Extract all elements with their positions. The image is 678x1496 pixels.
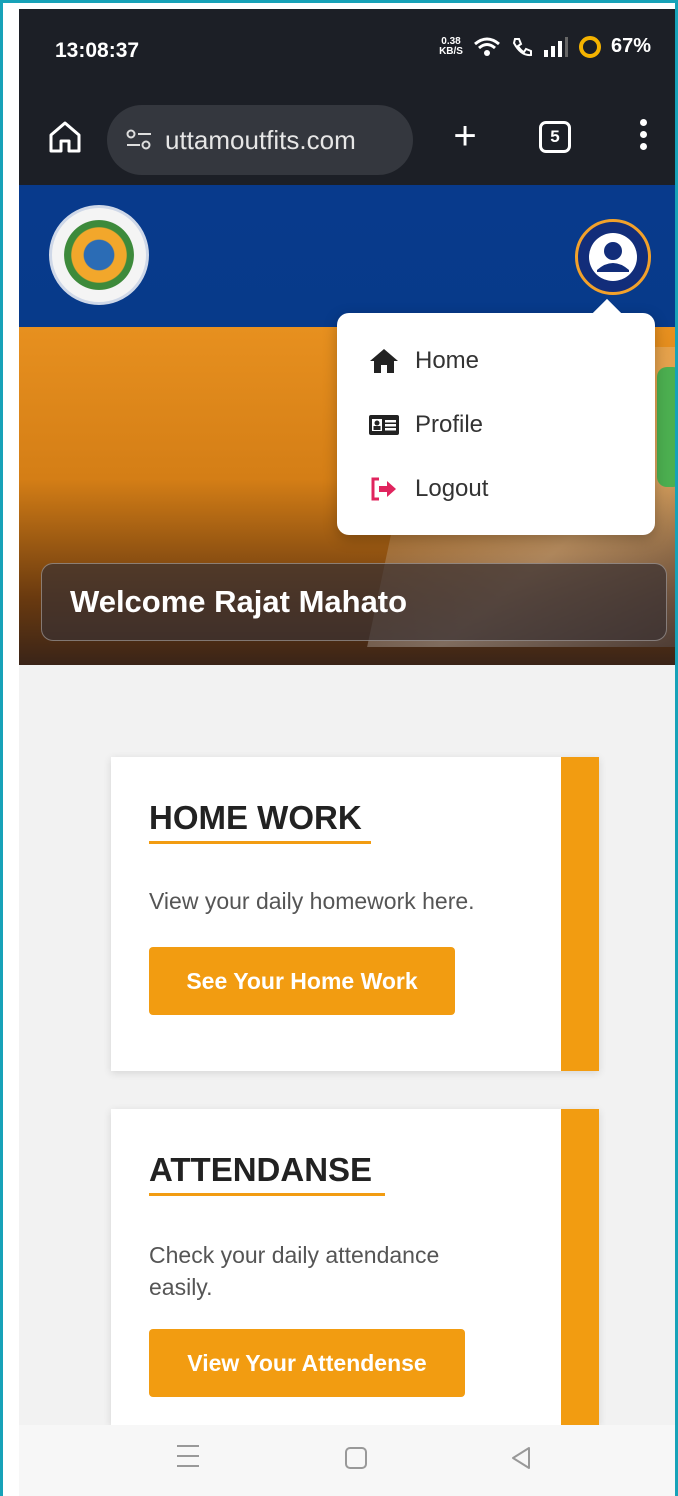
welcome-banner: Welcome Rajat Mahato [41,563,667,641]
user-dropdown-menu: Home Profile Logout [337,313,655,535]
user-avatar-icon[interactable] [575,219,651,295]
menu-dots-icon[interactable] [633,115,653,159]
menu-item-label: Logout [415,475,489,502]
menu-item-profile[interactable]: Profile [337,393,655,457]
browser-toolbar: uttamoutfits.com + 5 [19,93,675,185]
back-icon[interactable] [509,1445,533,1471]
attendance-card: ATTENDANSE Check your daily attendance e… [111,1109,599,1425]
battery-level: 67% [610,35,651,57]
card-title: HOME WORK [149,799,362,836]
card-accent [561,1109,599,1425]
site-info-icon[interactable] [125,128,153,152]
welcome-text: Welcome Rajat Mahato [70,584,408,619]
home-icon[interactable] [45,117,85,157]
homework-card: HOME WORK View your daily homework here.… [111,757,599,1071]
net-speed: 0.38 KB/S [439,35,463,57]
screen-frame: 13:08:37 0.38 KB/S 67% uttamoutfits.com … [0,0,678,1496]
card-description: View your daily homework here. [149,888,475,914]
title-underline [149,1193,385,1196]
tab-switcher-button[interactable]: 5 [539,121,571,153]
hero-decoration-green [657,367,675,487]
url-text: uttamoutfits.com [165,124,356,155]
status-time: 13:08:37 [55,39,140,62]
net-speed-value: 0.38 [441,35,461,47]
site-header [19,185,675,327]
menu-item-logout[interactable]: Logout [337,457,655,521]
home-icon [367,346,401,376]
see-homework-button[interactable]: See Your Home Work [149,947,455,1015]
status-icons: 0.38 KB/S 67% [439,35,651,58]
system-nav-bar [19,1425,675,1496]
call-icon [512,37,532,56]
title-underline [149,841,371,844]
card-accent [561,757,599,1071]
card-title: ATTENDANSE [149,1151,373,1188]
address-bar[interactable]: uttamoutfits.com [107,105,413,175]
school-logo[interactable] [49,205,149,305]
dashboard-content: HOME WORK View your daily homework here.… [19,665,675,1425]
menu-item-label: Profile [415,411,484,438]
battery-ring-icon [578,35,601,58]
home-nav-icon[interactable] [345,1447,367,1469]
status-bar: 13:08:37 0.38 KB/S 67% [19,9,675,93]
menu-item-home[interactable]: Home [337,329,655,393]
net-speed-unit: KB/S [439,45,463,57]
wifi-icon [474,37,500,56]
new-tab-icon[interactable]: + [445,111,485,161]
signal-icon [543,36,568,57]
logout-icon [367,474,401,504]
view-attendance-button[interactable]: View Your Attendense [149,1329,465,1397]
menu-item-label: Home [415,347,480,374]
recent-apps-icon[interactable] [177,1445,199,1475]
card-description: Check your daily attendance easily. [149,1242,440,1300]
id-card-icon [367,410,401,440]
